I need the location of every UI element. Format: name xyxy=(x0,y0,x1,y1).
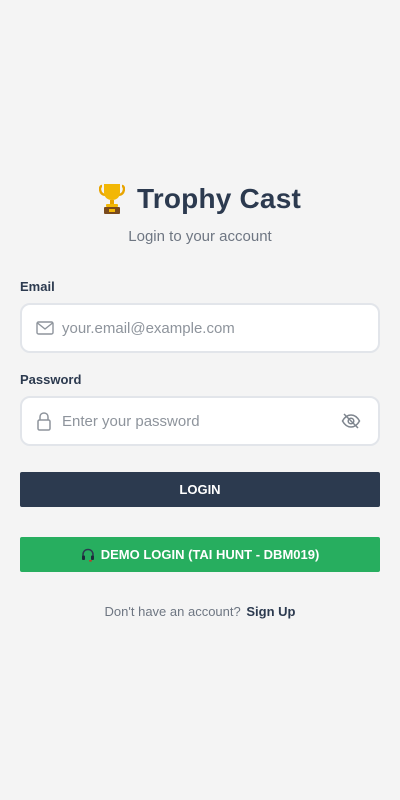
eye-off-icon xyxy=(341,413,361,429)
password-field-container xyxy=(20,396,380,446)
signup-link[interactable]: Sign Up xyxy=(246,604,295,619)
app-title: Trophy Cast xyxy=(136,183,301,214)
trophy-icon xyxy=(98,184,125,214)
demo-login-button-label: DEMO LOGIN (TAI HUNT - DBM019) xyxy=(100,547,320,562)
mail-icon xyxy=(36,321,54,335)
page-subtitle: Login to your account xyxy=(128,228,272,245)
login-button[interactable]: LOGIN xyxy=(20,472,380,507)
login-screen: Trophy Cast Login to your account Email … xyxy=(0,0,400,800)
password-input[interactable] xyxy=(62,398,330,444)
lock-icon xyxy=(37,412,51,431)
signup-prompt: Don't have an account? Sign Up xyxy=(0,604,400,619)
headset-icon xyxy=(81,548,94,562)
password-label: Password xyxy=(20,372,82,387)
login-button-label: LOGIN xyxy=(179,482,221,497)
signup-prompt-text: Don't have an account? xyxy=(104,604,241,619)
password-visibility-toggle[interactable] xyxy=(340,410,362,432)
demo-login-button[interactable]: DEMO LOGIN (TAI HUNT - DBM019) xyxy=(20,537,380,572)
email-field-container xyxy=(20,303,380,353)
email-input[interactable] xyxy=(62,305,330,351)
app-header: Trophy Cast xyxy=(0,183,400,215)
email-label: Email xyxy=(20,279,55,294)
